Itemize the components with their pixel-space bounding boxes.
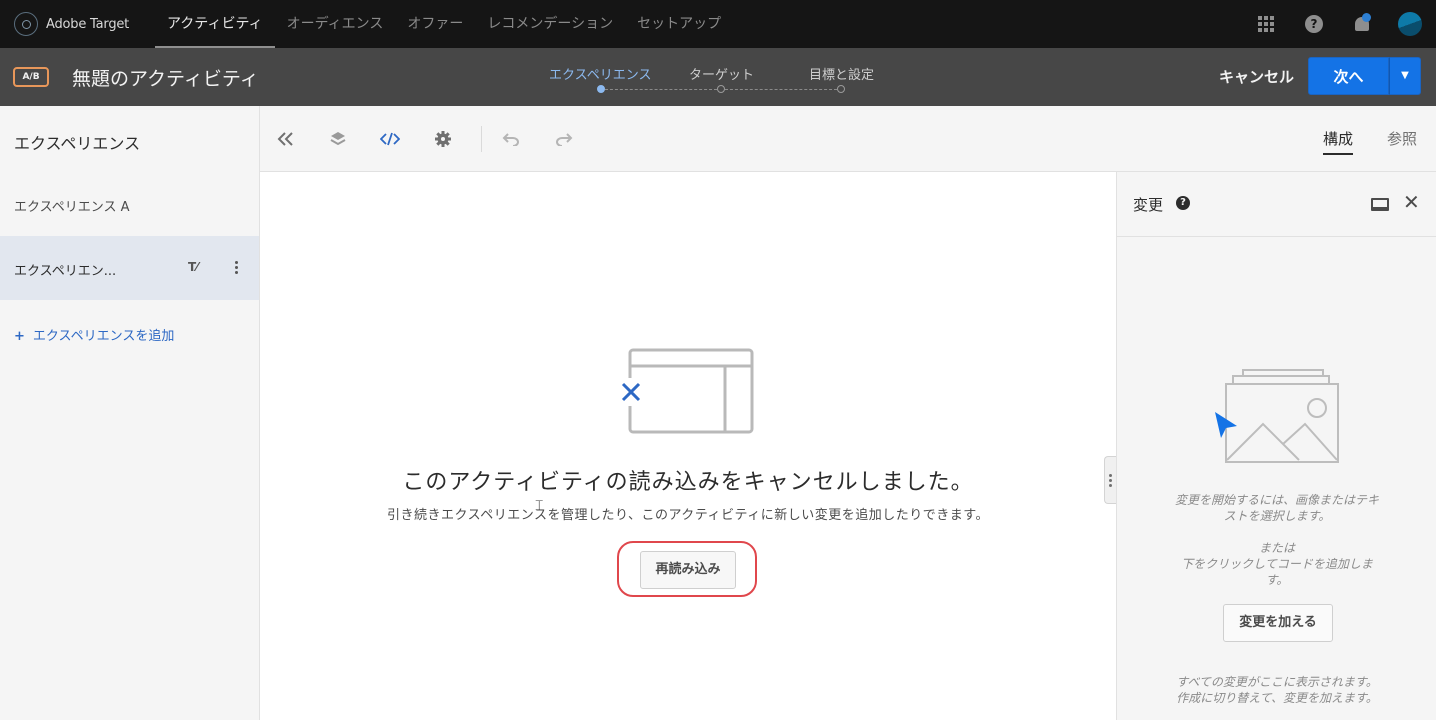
step-experiences[interactable]: エクスペリエンス: [549, 64, 651, 83]
code-editor-icon[interactable]: [378, 128, 402, 150]
toolbar-divider: [481, 126, 482, 152]
brand-name: Adobe Target: [46, 16, 130, 32]
add-change-button[interactable]: 変更を加える: [1223, 604, 1333, 642]
add-experience-label: エクスペリエンスを追加: [32, 329, 175, 344]
code-hint-line-2: す。: [1265, 573, 1289, 587]
experience-item-a[interactable]: エクスペリエンス A: [0, 172, 259, 236]
editor-canvas: このアクティビティの読み込みをキャンセルしました。 引き続きエクスペリエンスを管…: [260, 172, 1116, 720]
next-dropdown-chevron-icon[interactable]: ▼: [1389, 57, 1421, 95]
tab-browse[interactable]: 参照: [1387, 128, 1417, 149]
brand[interactable]: Adobe Target: [14, 12, 155, 36]
user-avatar[interactable]: [1398, 12, 1422, 36]
main-nav-tabs: アクティビティ オーディエンス オファー レコメンデーション セットアップ: [155, 0, 733, 48]
cancelled-heading: このアクティビティの読み込みをキャンセルしました。: [402, 470, 974, 495]
code-hint-line-1: 下をクリックしてコードを追加しま: [1181, 557, 1373, 571]
step-dot-goals: [837, 85, 845, 93]
nav-tab-activities[interactable]: アクティビティ: [155, 0, 275, 48]
global-nav: Adobe Target アクティビティ オーディエンス オファー レコメンデー…: [0, 0, 1436, 48]
notification-dot: [1362, 13, 1371, 22]
settings-gear-icon[interactable]: [431, 128, 455, 150]
experiences-panel: エクスペリエンス エクスペリエンス A エクスペリエン... T⁄ + エクスペリ…: [0, 106, 260, 720]
changes-panel-header: 変更 ? ✕: [1117, 172, 1436, 237]
nav-utilities: ?: [1230, 0, 1422, 48]
code-hint-text: または 下をクリックしてコードを追加しま す。: [1157, 540, 1397, 588]
step-connector: [725, 89, 837, 90]
help-icon[interactable]: ?: [1302, 12, 1326, 36]
activity-title[interactable]: 無題のアクティビティ: [72, 64, 259, 91]
cancelled-subtext: 引き続きエクスペリエンスを管理したり、このアクティビティに新しい変更を追加したり…: [387, 508, 989, 523]
next-button[interactable]: 次へ: [1308, 57, 1389, 95]
close-icon[interactable]: ✕: [1403, 190, 1420, 214]
panel-resize-handle[interactable]: [1104, 456, 1116, 504]
workflow-steps: エクスペリエンス ターゲット 目標と設定: [540, 64, 900, 94]
more-options-icon[interactable]: [235, 261, 239, 274]
experience-item-label: エクスペリエン...: [14, 264, 117, 279]
device-preview-icon[interactable]: [1371, 198, 1389, 211]
select-element-illustration: [1215, 369, 1339, 463]
or-label: または: [1258, 541, 1295, 555]
plus-icon: +: [14, 329, 25, 344]
layers-icon[interactable]: [326, 128, 350, 150]
experiences-panel-title: エクスペリエンス: [14, 134, 141, 153]
footer-line-2: 作成に切り替えて、変更を加えます。: [1176, 691, 1378, 705]
step-connector: [605, 89, 717, 90]
activity-header: A/B 無題のアクティビティ エクスペリエンス ターゲット 目標と設定 キャンセ…: [0, 48, 1436, 106]
nav-tab-audiences[interactable]: オーディエンス: [275, 0, 396, 48]
notifications-bell-icon[interactable]: [1350, 12, 1374, 36]
changes-panel: 変更 ? ✕ 変更を開始するには、画像またはテキ ストを選択します。 または 下…: [1116, 172, 1436, 720]
hint-line-2: ストを選択します。: [1223, 509, 1331, 523]
changes-panel-title: 変更: [1133, 196, 1164, 214]
apps-grid-icon[interactable]: [1254, 12, 1278, 36]
nav-tab-offers[interactable]: オファー: [395, 0, 475, 48]
nav-tab-recommendations[interactable]: レコメンデーション: [475, 0, 625, 48]
hint-line-1: 変更を開始するには、画像またはテキ: [1174, 493, 1379, 507]
reload-button[interactable]: 再読み込み: [640, 551, 736, 589]
step-dot-experiences: [597, 85, 605, 93]
nav-tab-setup[interactable]: セットアップ: [625, 0, 733, 48]
step-goals-settings[interactable]: 目標と設定: [809, 64, 874, 83]
help-icon[interactable]: ?: [1176, 196, 1190, 210]
ab-test-badge: A/B: [13, 67, 49, 87]
cancel-button[interactable]: キャンセル: [1219, 66, 1294, 87]
redo-icon[interactable]: [552, 128, 576, 150]
tab-compose[interactable]: 構成: [1323, 128, 1354, 155]
undo-icon[interactable]: [499, 128, 523, 150]
cancelled-page-illustration: [618, 348, 754, 434]
footer-text: すべての変更がここに表示されます。 作成に切り替えて、変更を加えます。: [1157, 674, 1397, 706]
hint-text: 変更を開始するには、画像またはテキ ストを選択します。: [1157, 492, 1397, 524]
footer-line-1: すべての変更がここに表示されます。: [1176, 675, 1378, 689]
rename-icon[interactable]: T⁄: [188, 260, 198, 274]
adobe-target-logo-icon: [14, 12, 38, 36]
add-experience-link[interactable]: + エクスペリエンスを追加: [14, 325, 174, 344]
experience-item-b[interactable]: エクスペリエン... T⁄: [0, 236, 259, 300]
experience-item-label: エクスペリエンス A: [14, 200, 130, 215]
editor-toolbar: 構成 参照: [260, 106, 1436, 172]
collapse-panel-icon[interactable]: [274, 128, 298, 150]
step-dot-targeting: [717, 85, 725, 93]
text-cursor-icon: ⌶: [535, 498, 544, 514]
step-targeting[interactable]: ターゲット: [689, 64, 754, 83]
